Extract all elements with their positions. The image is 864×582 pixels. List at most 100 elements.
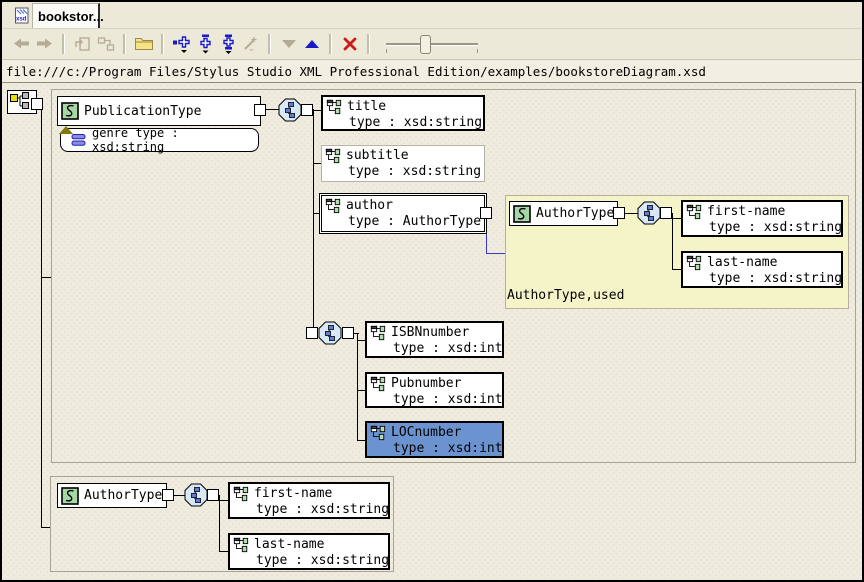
element-box-first-name-global[interactable]: first-name type : xsd:string xyxy=(228,482,390,519)
export-document-button[interactable] xyxy=(71,32,94,55)
forward-button[interactable] xyxy=(33,32,56,55)
element-type: type : xsd:int xyxy=(393,441,500,456)
element-box-first-name-used[interactable]: first-name type : xsd:string xyxy=(681,200,843,237)
delete-button[interactable] xyxy=(338,32,361,55)
sequence-icon[interactable] xyxy=(637,201,661,225)
element-box-last-name-used[interactable]: last-name type : xsd:string xyxy=(681,251,843,288)
element-box-last-name-global[interactable]: last-name type : xsd:string xyxy=(228,533,390,570)
slider-tick xyxy=(386,49,387,53)
connector-line xyxy=(313,163,321,164)
element-box-author[interactable]: author type : AuthorType xyxy=(321,195,485,232)
element-icon xyxy=(369,376,387,392)
element-name: LOCnumber xyxy=(391,425,461,440)
toolbar-separator xyxy=(329,34,332,54)
connector-line xyxy=(41,527,50,528)
zoom-slider-thumb[interactable] xyxy=(420,35,431,54)
complextype-icon xyxy=(61,102,79,120)
element-name: subtitle xyxy=(346,148,409,163)
element-name: last-name xyxy=(254,537,324,552)
element-icon xyxy=(232,486,250,502)
connector-line xyxy=(357,333,358,440)
element-type: type : xsd:string xyxy=(709,220,839,235)
connector-line xyxy=(672,269,681,270)
element-box-subtitle[interactable]: subtitle type : xsd:string xyxy=(321,145,485,182)
expand-down-button[interactable] xyxy=(193,32,216,55)
element-name: first-name xyxy=(707,204,785,219)
complextype-icon xyxy=(513,205,531,223)
element-type: type : xsd:string xyxy=(348,164,482,179)
refactor-split-button[interactable] xyxy=(94,32,117,55)
port xyxy=(342,327,354,339)
element-box-isbnnumber[interactable]: ISBNnumber type : xsd:int xyxy=(365,321,504,358)
element-icon xyxy=(232,537,250,553)
tab-title: bookstor... xyxy=(38,9,104,24)
toolbar xyxy=(2,28,862,59)
complextype-name: AuthorType xyxy=(536,206,614,221)
expand-down-icon xyxy=(195,34,215,54)
port xyxy=(31,98,43,110)
element-type: type : xsd:string xyxy=(709,271,839,286)
open-folder-button[interactable] xyxy=(132,32,155,55)
element-icon xyxy=(324,148,342,164)
port xyxy=(613,207,625,219)
complextype-publicationtype[interactable]: PublicationType xyxy=(57,96,261,126)
element-box-pubnumber[interactable]: Pubnumber type : xsd:int xyxy=(365,372,504,408)
attribute-genre[interactable]: genre type : xsd:string xyxy=(60,128,259,152)
magic-wand-icon xyxy=(242,35,260,53)
element-name: Pubnumber xyxy=(391,376,461,391)
complextype-icon xyxy=(61,487,79,505)
triangle-up-icon xyxy=(304,39,320,49)
sequence-icon[interactable] xyxy=(318,321,342,345)
element-box-title[interactable]: title type : xsd:string xyxy=(321,95,485,131)
collapse-attributes-marker[interactable] xyxy=(59,126,73,134)
element-type: type : xsd:string xyxy=(256,553,386,568)
toolbar-separator xyxy=(62,34,65,54)
complextype-authortype-global[interactable]: AuthorType xyxy=(57,483,167,508)
expand-element-button[interactable] xyxy=(170,32,193,55)
element-icon xyxy=(685,255,703,271)
element-name: author xyxy=(346,198,393,213)
toolbar-separator xyxy=(161,34,164,54)
connector-line xyxy=(357,390,365,391)
svg-text:xsd: xsd xyxy=(16,17,27,23)
element-box-locnumber[interactable]: LOCnumber type : xsd:int xyxy=(365,421,504,458)
back-arrow-icon xyxy=(13,37,30,50)
address-bar: file:///c:/Program Files/Stylus Studio X… xyxy=(2,59,862,83)
complextype-authortype-used[interactable]: AuthorType xyxy=(509,201,618,226)
element-name: first-name xyxy=(254,486,332,501)
attribute-icon xyxy=(71,133,87,147)
zoom-slider[interactable] xyxy=(384,33,480,55)
attribute-label: genre type : xsd:string xyxy=(92,126,254,154)
element-type: type : xsd:string xyxy=(349,115,481,130)
expand-button[interactable] xyxy=(300,32,323,55)
back-button[interactable] xyxy=(10,32,33,55)
document-tab[interactable]: bookstor... xyxy=(32,3,100,28)
element-icon xyxy=(369,425,387,441)
element-icon xyxy=(325,99,343,115)
zoom-slider-track[interactable] xyxy=(386,43,478,46)
toolbar-separator xyxy=(123,34,126,54)
element-type: type : AuthorType xyxy=(348,214,482,229)
connector-line xyxy=(672,218,681,219)
element-type: type : xsd:string xyxy=(256,502,386,517)
tab-strip: xsd bookstor... xyxy=(2,2,862,29)
magic-wand-button[interactable] xyxy=(239,32,262,55)
element-type: type : xsd:int xyxy=(393,392,500,407)
export-document-icon xyxy=(74,36,92,52)
delete-x-icon xyxy=(342,36,358,52)
element-icon xyxy=(369,325,387,341)
authortype-used-caption: AuthorType,used xyxy=(507,288,624,303)
sequence-icon[interactable] xyxy=(278,98,302,122)
refactor-split-icon xyxy=(97,36,115,52)
collapse-button[interactable] xyxy=(277,32,300,55)
connector-line xyxy=(219,500,228,501)
diagram-canvas: PublicationType genre type : xsd:string … xyxy=(2,83,862,578)
type-reference-line xyxy=(486,253,505,254)
expand-element-icon xyxy=(172,34,192,54)
slider-tick xyxy=(477,49,478,53)
toolbar-separator xyxy=(268,34,271,54)
sequence-icon[interactable] xyxy=(184,483,208,507)
toolbar-separator xyxy=(367,34,370,54)
port xyxy=(162,489,174,501)
expand-all-button[interactable] xyxy=(216,32,239,55)
